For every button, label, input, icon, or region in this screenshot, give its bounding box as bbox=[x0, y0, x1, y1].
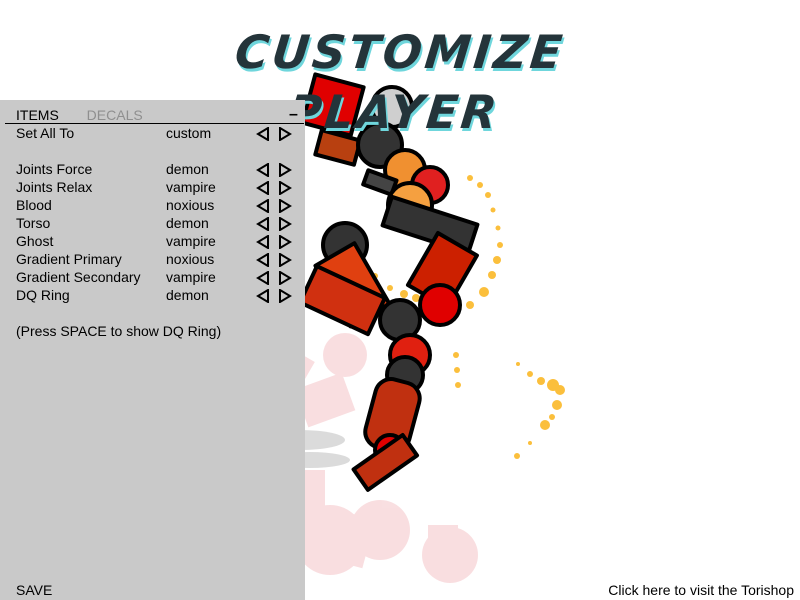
item-row: Ghost vampire bbox=[16, 233, 301, 251]
item-label: Joints Relax bbox=[16, 179, 93, 195]
prev-arrow-icon[interactable] bbox=[256, 253, 270, 267]
prev-arrow-icon[interactable] bbox=[256, 271, 270, 285]
save-button[interactable]: SAVE bbox=[16, 582, 52, 598]
next-arrow-icon[interactable] bbox=[278, 253, 292, 267]
minimize-button[interactable]: – bbox=[289, 106, 298, 124]
tab-divider bbox=[5, 123, 304, 124]
item-label: Ghost bbox=[16, 233, 54, 249]
prev-arrow-icon[interactable] bbox=[256, 181, 270, 195]
item-row: Gradient Primary noxious bbox=[16, 251, 301, 269]
blood-droplets bbox=[372, 175, 565, 459]
prev-arrow-icon[interactable] bbox=[256, 199, 270, 213]
item-value: noxious bbox=[166, 251, 215, 267]
item-value: vampire bbox=[166, 269, 216, 285]
item-row: Torso demon bbox=[16, 215, 301, 233]
item-label: Joints Force bbox=[16, 161, 93, 177]
item-value: noxious bbox=[166, 197, 215, 213]
next-arrow-icon[interactable] bbox=[278, 163, 292, 177]
item-value: demon bbox=[166, 161, 209, 177]
item-label: Gradient Primary bbox=[16, 251, 122, 267]
set-all-row: Set All To custom bbox=[16, 125, 301, 143]
item-row: Blood noxious bbox=[16, 197, 301, 215]
customize-panel: ITEMS DECALS – Set All To custom Joints … bbox=[0, 100, 305, 600]
next-arrow-icon[interactable] bbox=[278, 235, 292, 249]
set-all-value: custom bbox=[166, 125, 212, 141]
item-value: demon bbox=[166, 215, 209, 231]
set-all-label: Set All To bbox=[16, 125, 75, 141]
tab-decals[interactable]: DECALS bbox=[87, 107, 143, 123]
item-row: Joints Force demon bbox=[16, 161, 301, 179]
panel-tabs: ITEMS DECALS bbox=[16, 107, 167, 123]
next-arrow-icon[interactable] bbox=[278, 127, 292, 141]
item-value: demon bbox=[166, 287, 209, 303]
prev-arrow-icon[interactable] bbox=[256, 235, 270, 249]
next-arrow-icon[interactable] bbox=[278, 181, 292, 195]
next-arrow-icon[interactable] bbox=[278, 199, 292, 213]
item-row: DQ Ring demon bbox=[16, 287, 301, 305]
item-value: vampire bbox=[166, 179, 216, 195]
item-row: Gradient Secondary vampire bbox=[16, 269, 301, 287]
prev-arrow-icon[interactable] bbox=[256, 163, 270, 177]
page-title: CUSTOMIZE PLAYER bbox=[232, 25, 568, 139]
next-arrow-icon[interactable] bbox=[278, 289, 292, 303]
torishop-link[interactable]: Click here to visit the Torishop bbox=[608, 582, 794, 598]
item-label: Blood bbox=[16, 197, 52, 213]
item-row: Joints Relax vampire bbox=[16, 179, 301, 197]
dq-ring-hint: (Press SPACE to show DQ Ring) bbox=[16, 323, 222, 339]
tab-items[interactable]: ITEMS bbox=[16, 107, 59, 123]
prev-arrow-icon[interactable] bbox=[256, 127, 270, 141]
prev-arrow-icon[interactable] bbox=[256, 217, 270, 231]
next-arrow-icon[interactable] bbox=[278, 217, 292, 231]
item-label: Torso bbox=[16, 215, 51, 231]
next-arrow-icon[interactable] bbox=[278, 271, 292, 285]
item-value: vampire bbox=[166, 233, 216, 249]
item-label: Gradient Secondary bbox=[16, 269, 141, 285]
prev-arrow-icon[interactable] bbox=[256, 289, 270, 303]
item-label: DQ Ring bbox=[16, 287, 70, 303]
